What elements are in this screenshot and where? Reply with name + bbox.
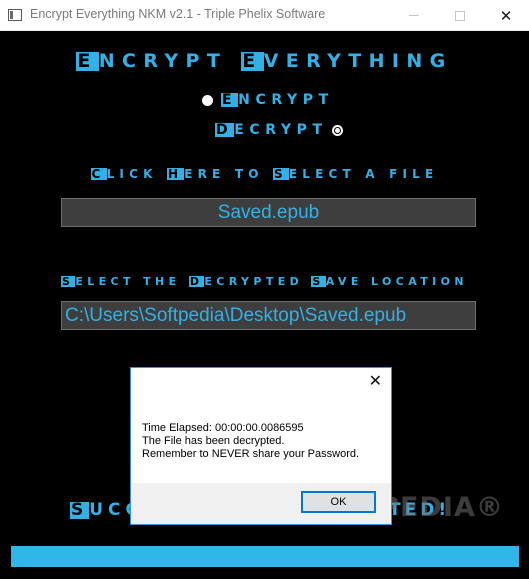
title-bar: Encrypt Everything NKM v2.1 - Triple Phe… [0,0,529,31]
file-path-field[interactable]: Saved.epub [61,198,476,227]
dialog-message-line: The File has been decrypted. [142,435,285,447]
app-title: Encrypt Everything [76,50,453,72]
encrypt-radio-option[interactable]: Encrypt [202,92,334,108]
maximize-button[interactable] [437,0,483,31]
message-dialog: ✕ Time Elapsed: 00:00:00.0086595 The Fil… [130,367,392,525]
decrypt-label: Decrypt [215,122,328,138]
title-initial: E [241,50,264,72]
dialog-message: Time Elapsed: 00:00:00.0086595 The File … [142,422,359,461]
window-title: Encrypt Everything NKM v2.1 - Triple Phe… [30,7,326,21]
save-location-field[interactable]: C:\Users\Softpedia\Desktop\Saved.epub [61,301,476,330]
dialog-message-line: Remember to NEVER share your Password. [142,448,360,460]
minimize-button[interactable] [391,0,437,31]
select-file-link[interactable]: Click Here to Select a file [0,167,529,181]
ok-button[interactable]: OK [301,491,376,513]
encrypt-radio[interactable] [202,94,213,106]
dialog-close-icon[interactable]: ✕ [369,374,382,390]
close-icon: ✕ [499,6,513,25]
encrypt-label: Encrypt [221,92,334,108]
dialog-message-line: Time Elapsed: 00:00:00.0086595 [142,422,304,434]
decrypt-radio[interactable] [331,124,343,136]
close-button[interactable]: ✕ [483,0,529,31]
app-window-icon [8,9,22,21]
select-save-location-link[interactable]: Select the Decrypted Save location [0,275,529,288]
title-initial: E [76,50,99,72]
minimize-icon [409,15,419,16]
progress-bar [11,546,519,567]
progress-bar-fill [11,546,519,567]
dialog-footer: OK [131,483,391,524]
maximize-icon [455,10,465,21]
decrypt-radio-option[interactable]: Decrypt [215,122,343,138]
